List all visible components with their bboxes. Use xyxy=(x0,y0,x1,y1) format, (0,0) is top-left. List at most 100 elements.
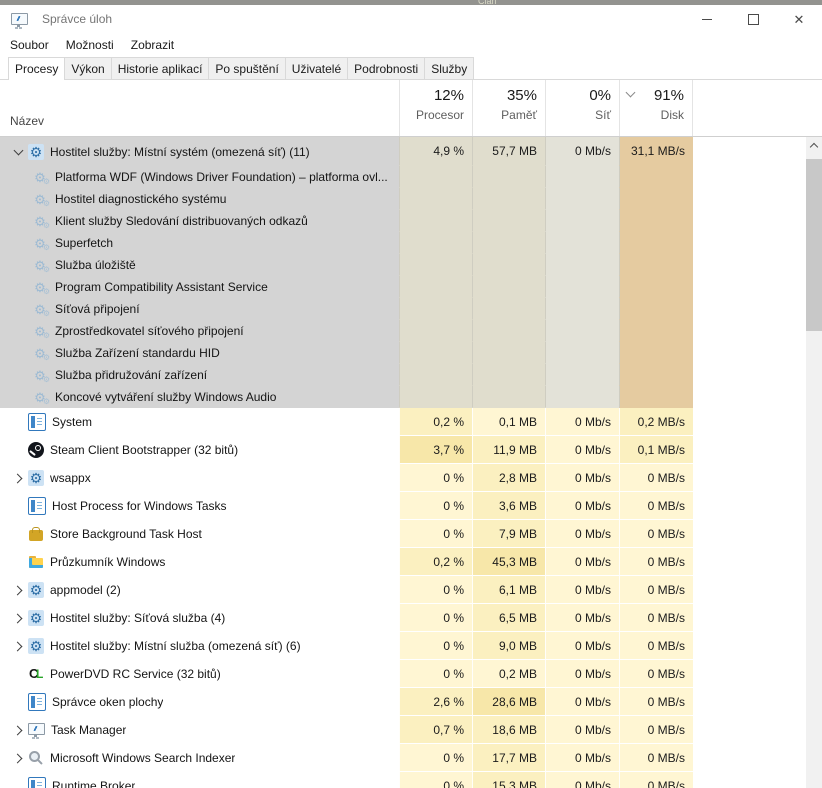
steam-icon xyxy=(28,442,44,458)
powerdvd-icon xyxy=(28,666,44,682)
tab-po-spusteni[interactable]: Po spuštění xyxy=(208,57,285,80)
cpu-cell: 0 % xyxy=(399,604,472,632)
process-row[interactable]: Platforma WDF (Windows Driver Foundation… xyxy=(0,166,806,188)
scrollbar-thumb[interactable] xyxy=(806,159,822,331)
row-filler xyxy=(693,386,806,408)
expand-chevron-icon[interactable] xyxy=(8,632,28,660)
cpu-column-label: Procesor xyxy=(400,108,464,122)
menu-soubor[interactable]: Soubor xyxy=(10,35,58,55)
memory-column-label: Paměť xyxy=(473,108,537,122)
cpu-cell xyxy=(399,166,472,188)
vertical-scrollbar[interactable] xyxy=(806,137,822,788)
cpu-cell xyxy=(399,364,472,386)
process-name: Hostitel diagnostického systému xyxy=(55,192,226,206)
window-icon xyxy=(28,413,46,431)
process-row[interactable]: System 0,2 % 0,1 MB 0 Mb/s 0,2 MB/s xyxy=(0,408,806,436)
process-row[interactable]: Program Compatibility Assistant Service xyxy=(0,276,806,298)
process-row[interactable]: Správce oken plochy 2,6 % 28,6 MB 0 Mb/s… xyxy=(0,688,806,716)
memory-cell: 15,3 MB xyxy=(472,772,545,788)
cpu-cell: 0 % xyxy=(399,744,472,772)
network-cell xyxy=(545,298,619,320)
network-cell xyxy=(545,320,619,342)
tab-vykon[interactable]: Výkon xyxy=(64,57,111,80)
process-row[interactable]: Hostitel služby: Místní služba (omezená … xyxy=(0,632,806,660)
close-button[interactable]: ✕ xyxy=(776,5,822,33)
process-row[interactable]: Steam Client Bootstrapper (32 bitů) 3,7 … xyxy=(0,436,806,464)
memory-total-percent: 35% xyxy=(473,87,537,104)
process-row[interactable]: wsappx 0 % 2,8 MB 0 Mb/s 0 MB/s xyxy=(0,464,806,492)
process-row[interactable]: Klient služby Sledování distribuovaných … xyxy=(0,210,806,232)
process-row[interactable]: Microsoft Windows Search Indexer 0 % 17,… xyxy=(0,744,806,772)
network-column-label: Síť xyxy=(546,108,611,122)
process-row[interactable]: Služba úložiště xyxy=(0,254,806,276)
process-row[interactable]: Služba Zařízení standardu HID xyxy=(0,342,806,364)
tab-uzivatele[interactable]: Uživatelé xyxy=(285,57,348,80)
process-row[interactable]: Hostitel diagnostického systému xyxy=(0,188,806,210)
disk-cell xyxy=(619,320,693,342)
network-cell: 0 Mb/s xyxy=(545,492,619,520)
disk-cell: 0 MB/s xyxy=(619,520,693,548)
column-header-cpu[interactable]: 12% Procesor xyxy=(399,80,472,136)
cpu-cell: 0 % xyxy=(399,632,472,660)
row-filler xyxy=(693,210,806,232)
process-name-cell: Program Compatibility Assistant Service xyxy=(0,276,399,298)
process-row[interactable]: PowerDVD RC Service (32 bitů) 0 % 0,2 MB… xyxy=(0,660,806,688)
tab-procesy[interactable]: Procesy xyxy=(8,57,65,80)
row-filler xyxy=(693,188,806,210)
cpu-cell: 0 % xyxy=(399,576,472,604)
process-name: Služba přidružování zařízení xyxy=(55,368,207,382)
process-row[interactable]: appmodel (2) 0 % 6,1 MB 0 Mb/s 0 MB/s xyxy=(0,576,806,604)
disk-cell: 0,2 MB/s xyxy=(619,408,693,436)
service-gear-icon xyxy=(33,192,47,206)
process-name-cell: Správce oken plochy xyxy=(0,688,399,716)
minimize-button[interactable] xyxy=(684,5,730,33)
scrollbar-up-arrow-icon[interactable] xyxy=(806,137,822,154)
process-row[interactable]: Store Background Task Host 0 % 7,9 MB 0 … xyxy=(0,520,806,548)
column-header-disk[interactable]: 91% Disk xyxy=(619,80,693,136)
process-row[interactable]: Služba přidružování zařízení xyxy=(0,364,806,386)
menu-zobrazit[interactable]: Zobrazit xyxy=(131,35,183,55)
process-name: Program Compatibility Assistant Service xyxy=(55,280,268,294)
memory-cell: 0,1 MB xyxy=(472,408,545,436)
process-row[interactable]: Zprostředkovatel síťového připojení xyxy=(0,320,806,342)
expand-chevron-icon xyxy=(8,298,33,320)
process-row[interactable]: Síťová připojení xyxy=(0,298,806,320)
network-cell xyxy=(545,210,619,232)
process-row[interactable]: Task Manager 0,7 % 18,6 MB 0 Mb/s 0 MB/s xyxy=(0,716,806,744)
process-name-cell: Hostitel služby: Místní systém (omezená … xyxy=(0,137,399,166)
cpu-cell xyxy=(399,342,472,364)
cpu-cell xyxy=(399,320,472,342)
close-icon: ✕ xyxy=(794,13,805,26)
process-row[interactable]: Průzkumník Windows 0,2 % 45,3 MB 0 Mb/s … xyxy=(0,548,806,576)
network-cell: 0 Mb/s xyxy=(545,520,619,548)
tab-podrobnosti[interactable]: Podrobnosti xyxy=(347,57,425,80)
process-name: System xyxy=(52,415,92,429)
process-row[interactable]: Superfetch xyxy=(0,232,806,254)
memory-cell: 45,3 MB xyxy=(472,548,545,576)
expand-chevron-icon[interactable] xyxy=(8,744,28,772)
process-row[interactable]: Koncové vytváření služby Windows Audio xyxy=(0,386,806,408)
expand-chevron-icon[interactable] xyxy=(8,576,28,604)
maximize-button[interactable] xyxy=(730,5,776,33)
process-row[interactable]: Host Process for Windows Tasks 0 % 3,6 M… xyxy=(0,492,806,520)
row-filler xyxy=(693,436,806,464)
process-row[interactable]: Hostitel služby: Síťová služba (4) 0 % 6… xyxy=(0,604,806,632)
network-cell xyxy=(545,232,619,254)
cpu-cell xyxy=(399,232,472,254)
column-header-network[interactable]: 0% Síť xyxy=(545,80,619,136)
expand-chevron-icon[interactable] xyxy=(8,716,28,744)
menu-moznosti[interactable]: Možnosti xyxy=(66,35,123,55)
process-name-cell: PowerDVD RC Service (32 bitů) xyxy=(0,660,399,688)
expand-chevron-icon[interactable] xyxy=(8,604,28,632)
column-header-memory[interactable]: 35% Paměť xyxy=(472,80,545,136)
column-header-name[interactable]: Název xyxy=(10,114,44,128)
service-gear-icon xyxy=(33,280,47,294)
cpu-cell: 0,7 % xyxy=(399,716,472,744)
process-row[interactable]: Runtime Broker 0 % 15,3 MB 0 Mb/s 0 MB/s xyxy=(0,772,806,788)
process-name-cell: Platforma WDF (Windows Driver Foundation… xyxy=(0,166,399,188)
expand-chevron-icon[interactable] xyxy=(8,464,28,492)
tab-sluzby[interactable]: Služby xyxy=(424,57,474,80)
tab-historie-aplikaci[interactable]: Historie aplikací xyxy=(111,57,210,80)
process-row[interactable]: Hostitel služby: Místní systém (omezená … xyxy=(0,137,806,166)
expand-chevron-icon[interactable] xyxy=(8,137,28,166)
